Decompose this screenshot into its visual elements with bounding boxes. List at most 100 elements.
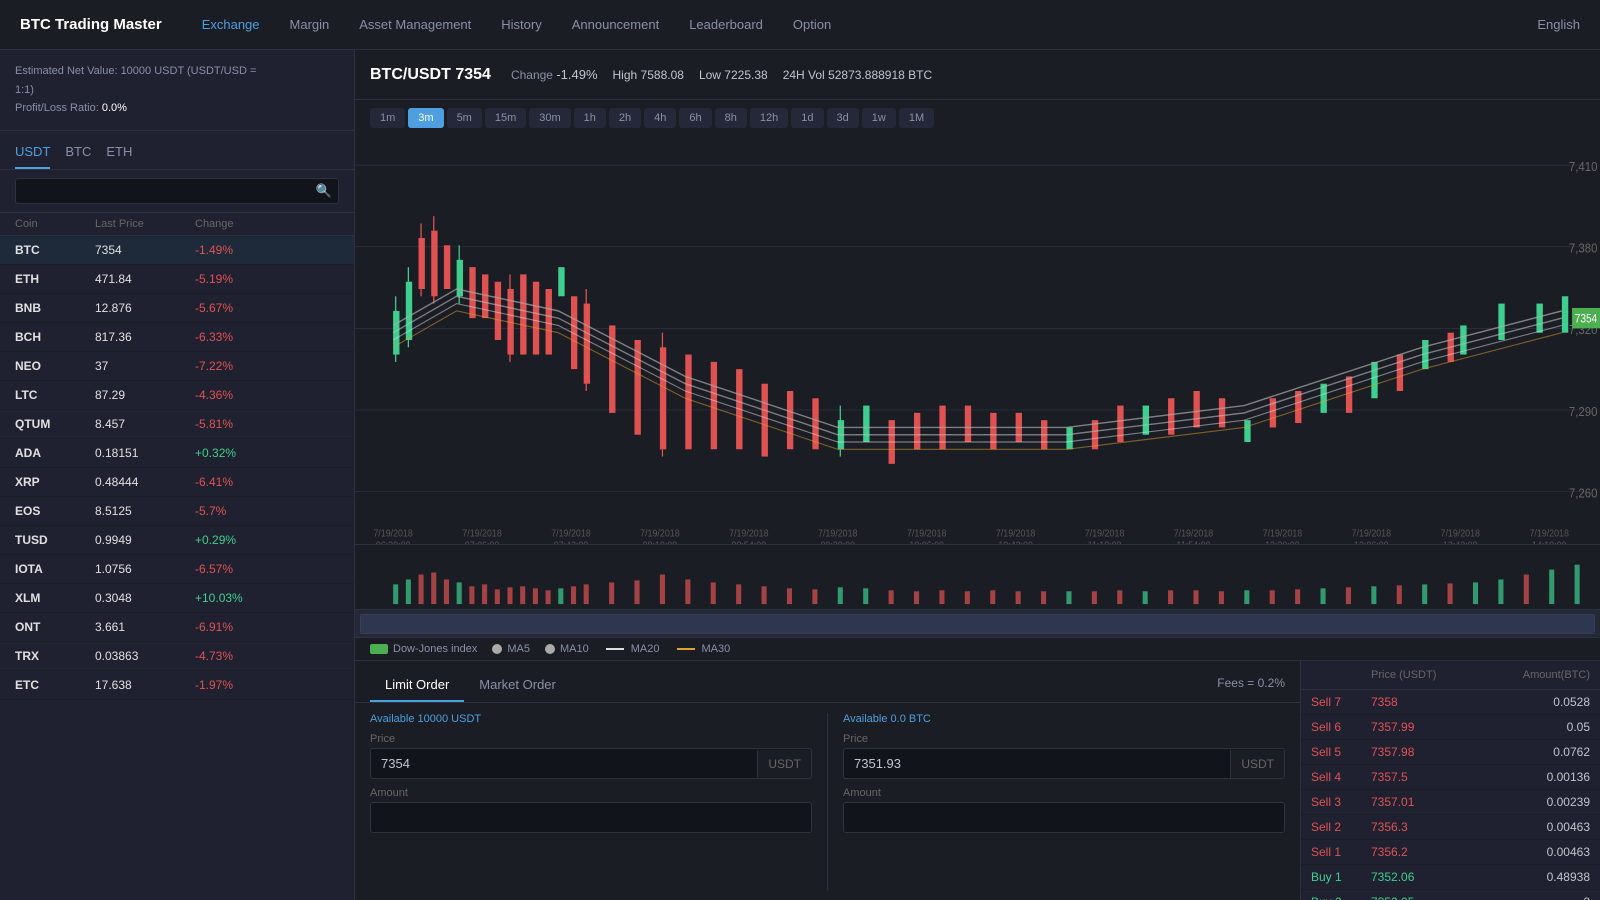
ma20-icon <box>606 648 624 650</box>
ob-sell-amount: 0.0762 <box>1481 745 1591 759</box>
tab-btc[interactable]: BTC <box>65 139 91 169</box>
nav-exchange[interactable]: Exchange <box>202 17 260 32</box>
interval-btn-1d[interactable]: 1d <box>791 108 823 128</box>
svg-text:7/19/2018: 7/19/2018 <box>1085 528 1124 540</box>
list-item[interactable]: TUSD 0.9949 +0.29% <box>0 526 354 555</box>
list-item[interactable]: BTC 7354 -1.49% <box>0 236 354 265</box>
search-input[interactable] <box>15 178 339 204</box>
mini-scroll-handle[interactable] <box>361 615 1594 633</box>
coin-price-label: 0.3048 <box>95 591 195 605</box>
table-row[interactable]: Sell 4 7357.5 0.00136 <box>1301 765 1600 790</box>
interval-btn-8h[interactable]: 8h <box>715 108 747 128</box>
interval-btn-3m[interactable]: 3m <box>408 108 443 128</box>
ob-buy-label: Buy 2 <box>1311 895 1371 900</box>
mini-scroll-inner <box>360 614 1595 634</box>
coin-price-label: 0.03863 <box>95 649 195 663</box>
ob-sell-amount: 0.00239 <box>1481 795 1591 809</box>
ob-sell-label: Sell 1 <box>1311 845 1371 859</box>
list-item[interactable]: QTUM 8.457 -5.81% <box>0 410 354 439</box>
coin-change-label: -6.57% <box>195 562 295 576</box>
ob-sell-price: 7357.01 <box>1371 795 1481 809</box>
interval-btn-3d[interactable]: 3d <box>827 108 859 128</box>
list-item[interactable]: IOTA 1.0756 -6.57% <box>0 555 354 584</box>
ma30-item: MA30 <box>675 643 731 655</box>
interval-btn-1h[interactable]: 1h <box>574 108 606 128</box>
nav-asset-management[interactable]: Asset Management <box>359 17 471 32</box>
table-row[interactable]: Buy 2 7352.05 2 <box>1301 890 1600 900</box>
ma5-item: MA5 <box>492 643 530 655</box>
interval-btn-15m[interactable]: 15m <box>485 108 526 128</box>
coin-name-label: EOS <box>15 504 95 518</box>
list-item[interactable]: NEO 37 -7.22% <box>0 352 354 381</box>
mini-scroll[interactable] <box>355 609 1600 637</box>
nav-announcement[interactable]: Announcement <box>572 17 659 32</box>
interval-btn-1M[interactable]: 1M <box>899 108 934 128</box>
interval-btn-30m[interactable]: 30m <box>529 108 570 128</box>
coin-price-label: 471.84 <box>95 272 195 286</box>
list-item[interactable]: ETH 471.84 -5.19% <box>0 265 354 294</box>
buy-price-input[interactable] <box>371 749 757 778</box>
buy-price-input-wrap: USDT <box>370 748 812 779</box>
tab-limit-order[interactable]: Limit Order <box>370 671 464 702</box>
table-row[interactable]: Sell 7 7358 0.0528 <box>1301 690 1600 715</box>
nav-leaderboard[interactable]: Leaderboard <box>689 17 763 32</box>
table-row[interactable]: Sell 1 7356.2 0.00463 <box>1301 840 1600 865</box>
ob-sell-price: 7357.98 <box>1371 745 1481 759</box>
list-item[interactable]: XLM 0.3048 +10.03% <box>0 584 354 613</box>
tab-market-order[interactable]: Market Order <box>464 671 571 702</box>
chart-canvas: 7,410 7,380 7,320 7,290 7,260 7354 <box>355 136 1600 544</box>
coin-price-label: 37 <box>95 359 195 373</box>
list-item[interactable]: BCH 817.36 -6.33% <box>0 323 354 352</box>
coin-change-label: -6.91% <box>195 620 295 634</box>
tab-eth[interactable]: ETH <box>106 139 132 169</box>
coin-name-label: IOTA <box>15 562 95 576</box>
interval-btn-5m[interactable]: 5m <box>447 108 482 128</box>
ob-buy-amount: 0.48938 <box>1481 870 1591 884</box>
list-item[interactable]: ONT 3.661 -6.91% <box>0 613 354 642</box>
sell-available: Available 0.0 BTC <box>843 713 1285 725</box>
list-item[interactable]: BNB 12.876 -5.67% <box>0 294 354 323</box>
list-item[interactable]: TRX 0.03863 -4.73% <box>0 642 354 671</box>
list-item[interactable]: LTC 87.29 -4.36% <box>0 381 354 410</box>
coin-change-label: -6.33% <box>195 330 295 344</box>
ob-sell-label: Sell 7 <box>1311 695 1371 709</box>
sell-price-currency: USDT <box>1230 750 1284 778</box>
order-panel: Limit Order Market Order Fees = 0.2% Ava… <box>355 661 1300 900</box>
list-item[interactable]: EOS 8.5125 -5.7% <box>0 497 354 526</box>
table-row[interactable]: Sell 6 7357.99 0.05 <box>1301 715 1600 740</box>
coin-change-label: -7.22% <box>195 359 295 373</box>
svg-text:7,380: 7,380 <box>1569 241 1598 256</box>
coin-price-label: 817.36 <box>95 330 195 344</box>
list-item[interactable]: XRP 0.48444 -6.41% <box>0 468 354 497</box>
coin-name-label: ETC <box>15 678 95 692</box>
buy-amount-input[interactable] <box>371 803 811 832</box>
interval-btn-1w[interactable]: 1w <box>862 108 896 128</box>
interval-btn-12h[interactable]: 12h <box>750 108 788 128</box>
coin-price-label: 7354 <box>95 243 195 257</box>
table-row[interactable]: Sell 5 7357.98 0.0762 <box>1301 740 1600 765</box>
ma10-icon <box>545 644 555 654</box>
interval-btn-2h[interactable]: 2h <box>609 108 641 128</box>
nav-history[interactable]: History <box>501 17 541 32</box>
brand-logo: BTC Trading Master <box>20 16 162 33</box>
table-row[interactable]: Buy 1 7352.06 0.48938 <box>1301 865 1600 890</box>
table-row[interactable]: Sell 3 7357.01 0.00239 <box>1301 790 1600 815</box>
tab-usdt[interactable]: USDT <box>15 139 50 169</box>
language-selector[interactable]: English <box>1537 17 1580 32</box>
sell-price-input-wrap: USDT <box>843 748 1285 779</box>
list-item[interactable]: ETC 17.638 -1.97% <box>0 671 354 700</box>
interval-btn-1m[interactable]: 1m <box>370 108 405 128</box>
chart-wrapper: 7,410 7,380 7,320 7,290 7,260 7354 <box>355 136 1600 637</box>
sell-price-input[interactable] <box>844 749 1230 778</box>
nav-margin[interactable]: Margin <box>290 17 330 32</box>
header-coin: Coin <box>15 218 95 230</box>
interval-btn-6h[interactable]: 6h <box>679 108 711 128</box>
table-row[interactable]: Sell 2 7356.3 0.00463 <box>1301 815 1600 840</box>
sell-amount-row: Amount <box>843 787 1285 833</box>
sell-amount-input[interactable] <box>844 803 1284 832</box>
nav-option[interactable]: Option <box>793 17 831 32</box>
ob-buy-amount: 2 <box>1481 895 1591 900</box>
list-item[interactable]: ADA 0.18151 +0.32% <box>0 439 354 468</box>
svg-text:7/19/2018: 7/19/2018 <box>462 528 501 540</box>
interval-btn-4h[interactable]: 4h <box>644 108 676 128</box>
